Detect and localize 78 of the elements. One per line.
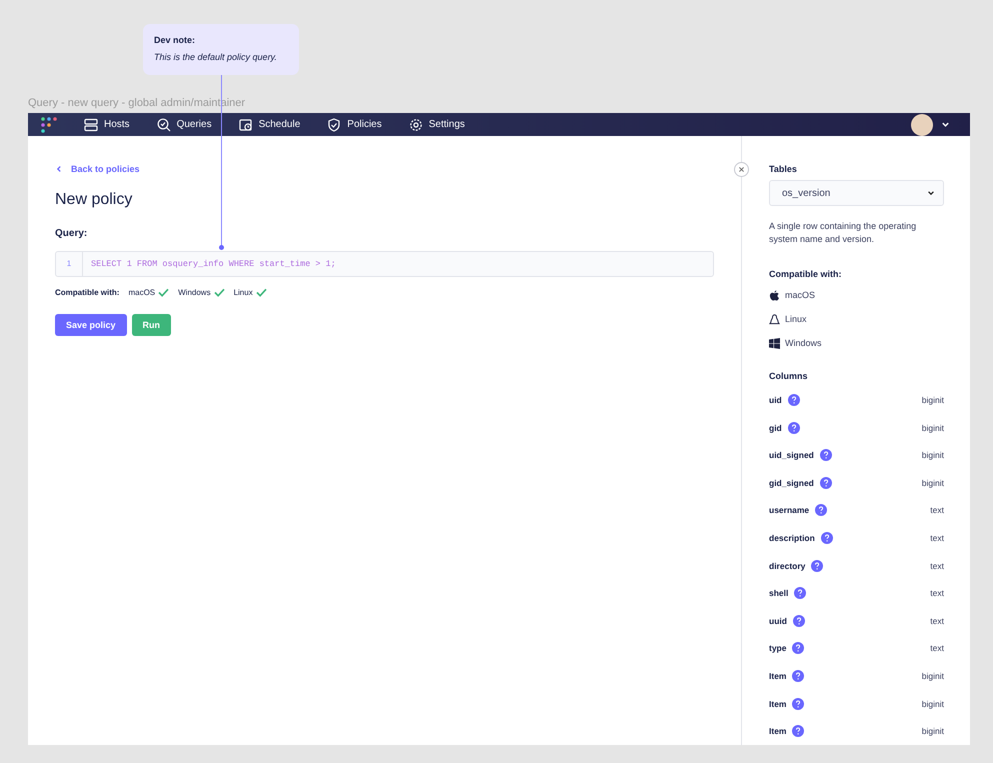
- help-icon[interactable]: [792, 725, 804, 738]
- platform-name: Windows: [178, 288, 211, 298]
- column-name: gid_signed: [769, 478, 814, 488]
- compatible-label: Compatible with:: [55, 288, 120, 298]
- column-type: biginit: [922, 395, 944, 406]
- avatar[interactable]: [911, 114, 933, 136]
- nav-item[interactable]: Schedule: [238, 118, 300, 132]
- column-type: biginit: [922, 478, 944, 488]
- column-type: text: [930, 560, 944, 571]
- help-icon[interactable]: [792, 670, 804, 682]
- settings-icon: [408, 118, 423, 132]
- chevron-down-icon[interactable]: [941, 120, 950, 130]
- column-type: biginit: [922, 450, 944, 460]
- calendar-clock-icon: [238, 118, 253, 132]
- help-icon[interactable]: [792, 698, 804, 710]
- column-type: text: [930, 643, 944, 654]
- nav-item[interactable]: Policies: [327, 118, 382, 132]
- column-type: text: [930, 533, 944, 544]
- help-icon[interactable]: [792, 614, 805, 627]
- platform-name: macOS: [785, 290, 816, 300]
- close-icon: [738, 166, 745, 174]
- server-icon: [84, 118, 98, 132]
- back-link[interactable]: Back to policies: [55, 164, 714, 174]
- column-type: biginit: [922, 726, 944, 736]
- code-line: SELECT 1 FROM osquery_info WHERE start_time > 1;: [90, 259, 336, 270]
- help-icon[interactable]: [794, 587, 806, 600]
- logo-icon[interactable]: [41, 116, 57, 133]
- apple-icon: [769, 290, 780, 301]
- dev-note-title: Dev note:: [154, 35, 196, 45]
- windows-icon: [769, 338, 780, 349]
- nav-item[interactable]: Settings: [408, 118, 465, 132]
- column-type: biginit: [922, 671, 944, 682]
- query-label: Query:: [55, 228, 88, 240]
- help-icon[interactable]: [820, 532, 833, 544]
- column-type: text: [930, 505, 944, 516]
- help-icon[interactable]: [788, 394, 800, 406]
- shield-check-icon: [327, 118, 342, 132]
- column-name: username: [769, 505, 810, 516]
- platform-name: macOS: [128, 288, 156, 298]
- search-check-icon: [156, 118, 171, 132]
- page-heading: New policy: [55, 191, 134, 210]
- column-name: Item: [769, 698, 786, 709]
- close-button[interactable]: [734, 162, 749, 178]
- nav-item[interactable]: Hosts: [84, 118, 130, 132]
- column-name: directory: [769, 560, 806, 571]
- table-description: A single row containing the operating system name and version.: [769, 220, 918, 246]
- column-name: gid: [769, 422, 782, 433]
- table-select[interactable]: os_version: [769, 180, 944, 206]
- column-name: type: [769, 643, 786, 654]
- platform-name: Linux: [785, 314, 807, 324]
- column-name: uid_signed: [769, 450, 814, 460]
- help-icon[interactable]: [788, 422, 800, 434]
- column-name: description: [769, 533, 815, 544]
- help-icon[interactable]: [811, 560, 824, 572]
- help-icon[interactable]: [820, 476, 832, 489]
- help-icon[interactable]: [792, 642, 804, 654]
- column-name: Item: [769, 671, 786, 682]
- columns-label: Columns: [769, 371, 809, 382]
- platform-name: Windows: [785, 338, 822, 348]
- column-type: text: [930, 616, 944, 626]
- column-type: text: [930, 588, 944, 598]
- dev-note-text: This is the default policy query.: [154, 52, 278, 62]
- column-name: uuid: [769, 616, 787, 626]
- help-icon[interactable]: [820, 449, 832, 462]
- chevron-down-icon: [927, 189, 935, 198]
- chevron-left-icon: [55, 165, 63, 174]
- column-type: biginit: [922, 422, 944, 433]
- platform-name: Linux: [234, 288, 253, 298]
- compatible-label: Compatible with:: [769, 269, 842, 280]
- column-name: shell: [769, 588, 788, 598]
- help-icon[interactable]: [815, 504, 828, 516]
- column-name: uid: [769, 395, 782, 406]
- action-button[interactable]: Save policy: [55, 314, 127, 336]
- column-name: Item: [769, 726, 786, 736]
- line-number: 1: [56, 252, 83, 276]
- tables-label: Tables: [769, 164, 798, 174]
- column-type: biginit: [922, 698, 944, 709]
- nav-item[interactable]: Queries: [156, 118, 212, 132]
